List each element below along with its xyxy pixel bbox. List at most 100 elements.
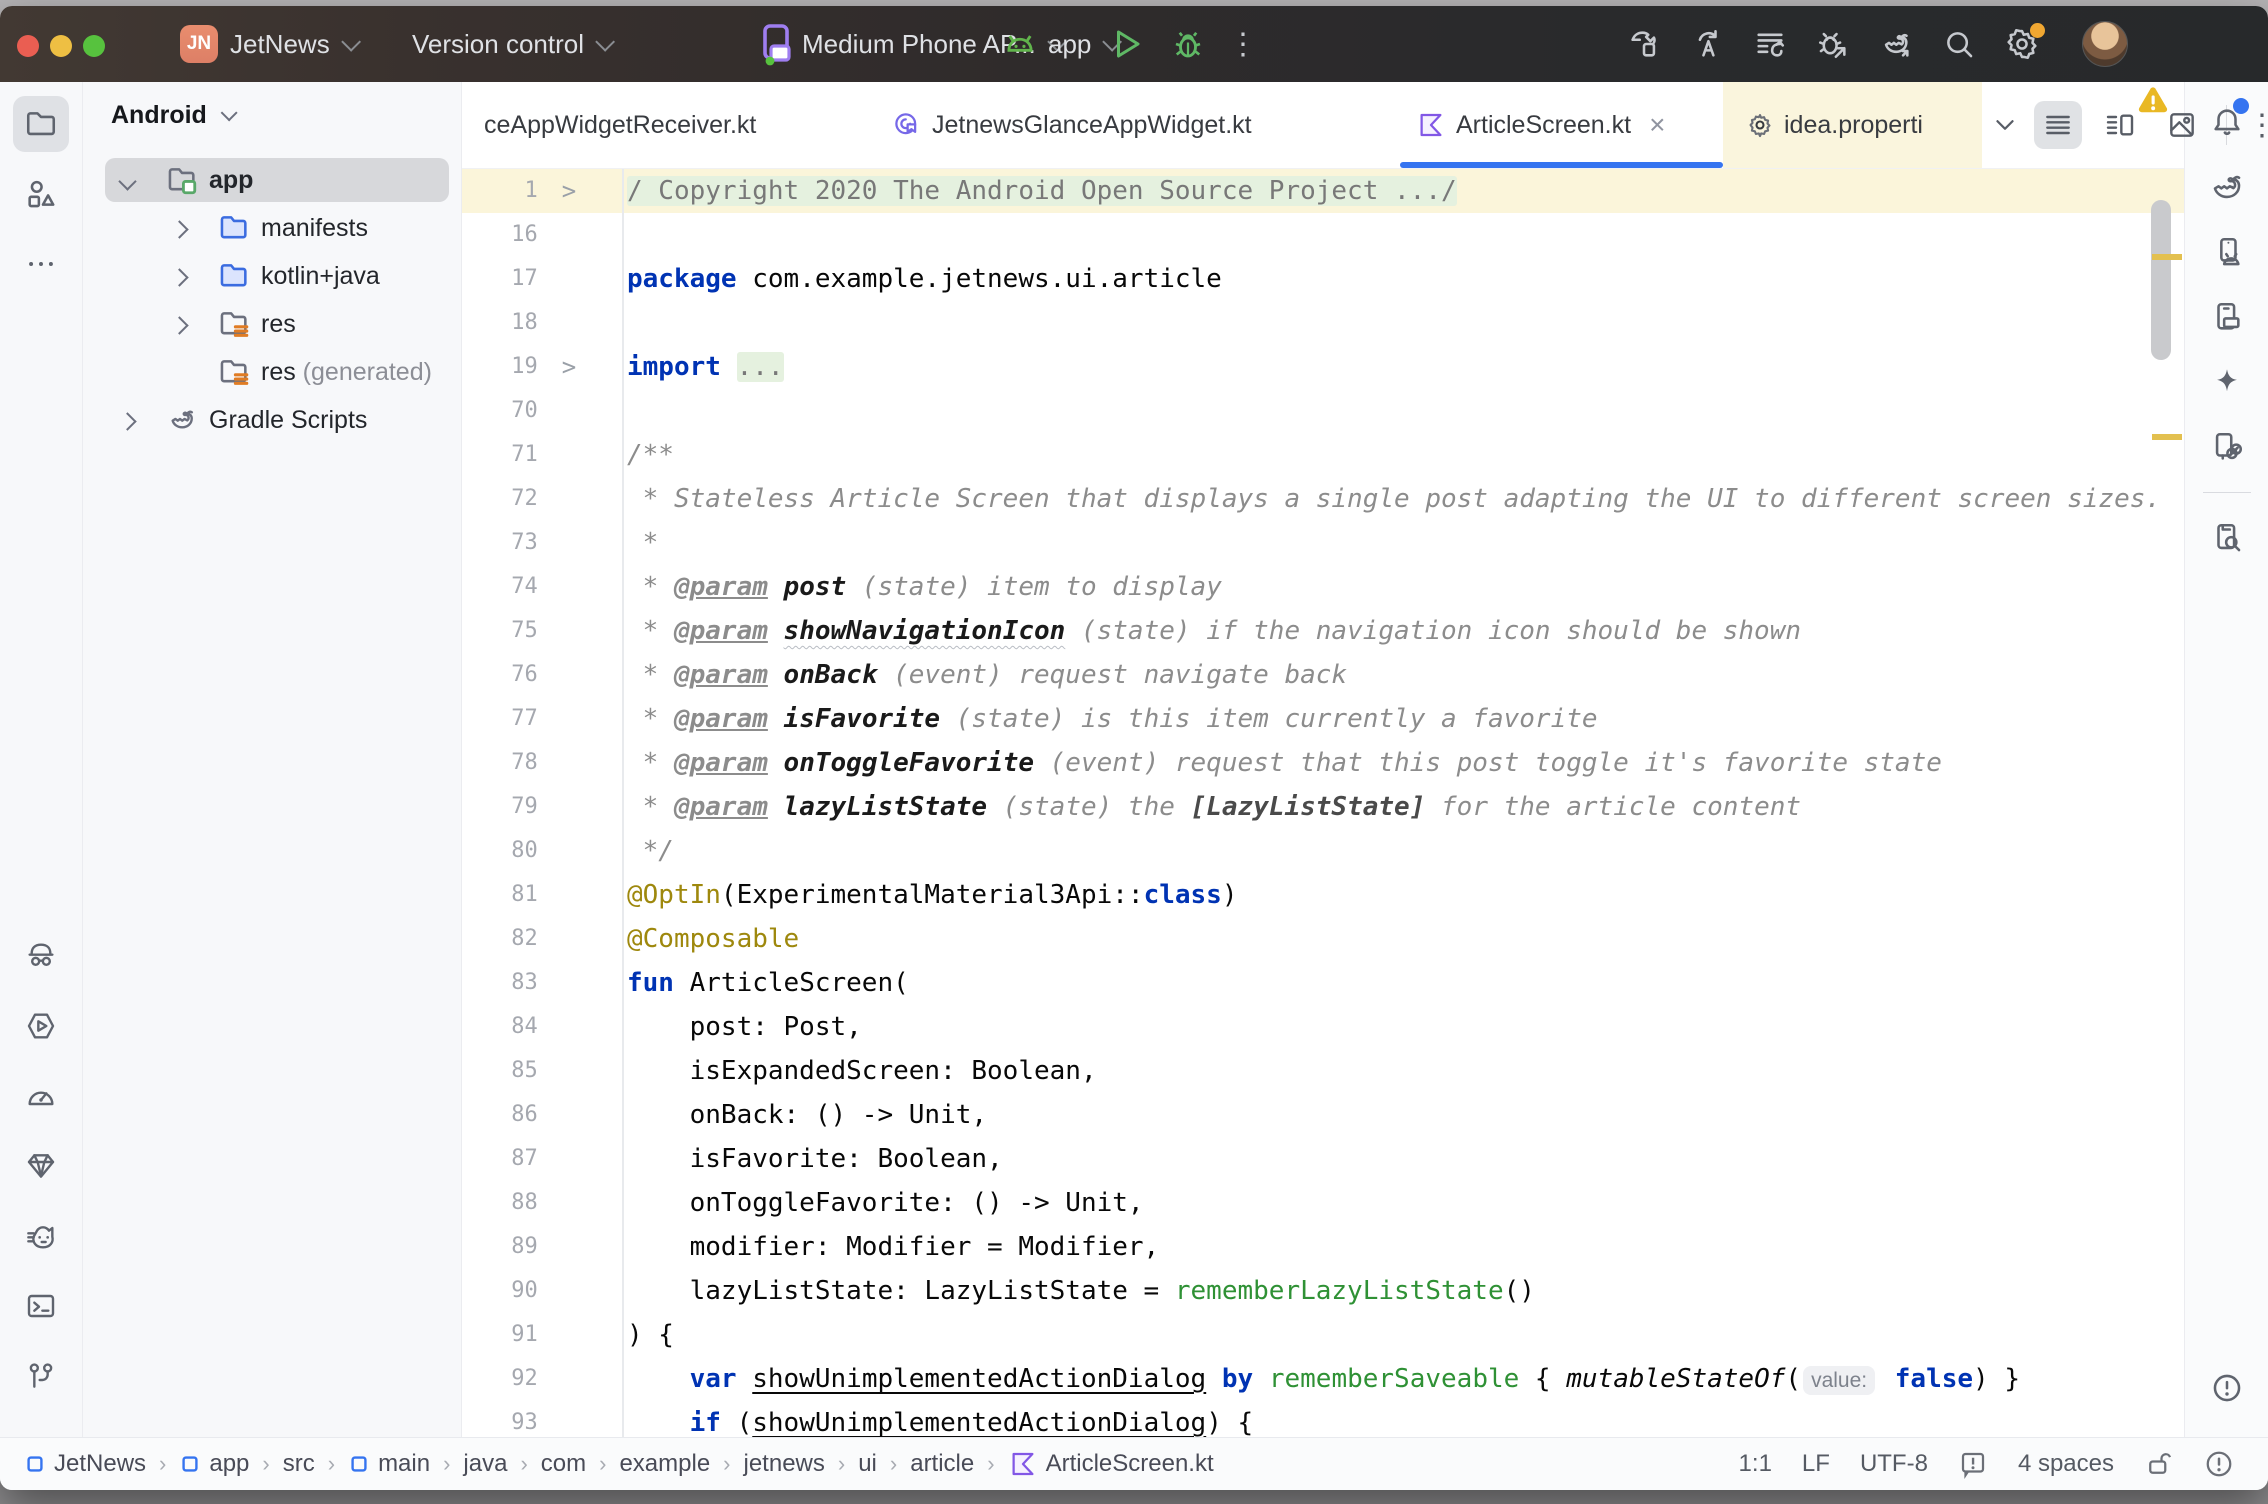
code-line-70[interactable]: 70 bbox=[462, 389, 2184, 433]
running-devices-icon2[interactable] bbox=[2199, 289, 2255, 345]
code-line-72[interactable]: 72 * Stateless Article Screen that displ… bbox=[462, 477, 2184, 521]
breadcrumb-item-com[interactable]: com bbox=[541, 1450, 586, 1478]
expand-chevron-icon[interactable] bbox=[170, 220, 188, 238]
project-widget[interactable]: JN JetNews bbox=[180, 6, 356, 82]
breadcrumb-item-jetnews[interactable]: jetnews bbox=[744, 1450, 825, 1478]
code-line-71[interactable]: 71/** bbox=[462, 433, 2184, 477]
code-line-87[interactable]: 87 isFavorite: Boolean, bbox=[462, 1137, 2184, 1181]
build-hammer-icon[interactable] bbox=[1625, 25, 1663, 63]
breadcrumb-item-ui[interactable]: ui bbox=[858, 1450, 877, 1478]
terminal-icon[interactable] bbox=[13, 1278, 69, 1334]
editor-scrollbar[interactable] bbox=[2151, 200, 2171, 360]
code-line-74[interactable]: 74 * @param post (state) item to display bbox=[462, 565, 2184, 609]
tab-ceappwidgetreceiver-kt[interactable]: ceAppWidgetReceiver.kt bbox=[462, 82, 854, 168]
code-line-1[interactable]: 1>/ Copyright 2020 The Android Open Sour… bbox=[462, 169, 2184, 213]
code-line-81[interactable]: 81@OptIn(ExperimentalMaterial3Api::class… bbox=[462, 873, 2184, 917]
tree-item-res[interactable]: res (generated) bbox=[83, 348, 461, 396]
code-line-18[interactable]: 18 bbox=[462, 301, 2184, 345]
code-line-80[interactable]: 80 */ bbox=[462, 829, 2184, 873]
line-ending[interactable]: LF bbox=[1802, 1450, 1830, 1478]
code-line-91[interactable]: 91) { bbox=[462, 1313, 2184, 1357]
expand-chevron-icon[interactable] bbox=[170, 316, 188, 334]
vcs-widget[interactable]: Version control bbox=[412, 6, 610, 82]
warning-stripe-mark[interactable] bbox=[2152, 254, 2182, 260]
code-line-85[interactable]: 85 isExpandedScreen: Boolean, bbox=[462, 1049, 2184, 1093]
app-inspection-icon[interactable] bbox=[13, 1138, 69, 1194]
app-quality-insights-icon[interactable] bbox=[13, 928, 69, 984]
code-line-90[interactable]: 90 lazyListState: LazyListState = rememb… bbox=[462, 1269, 2184, 1313]
breadcrumb-item-java[interactable]: java bbox=[463, 1450, 507, 1478]
inspection-warning-icon[interactable] bbox=[2136, 86, 2170, 121]
user-avatar[interactable] bbox=[2082, 21, 2128, 67]
expand-chevron-icon[interactable] bbox=[118, 412, 136, 430]
settings-gear-icon[interactable] bbox=[2003, 25, 2041, 63]
breadcrumb-item-articlescreen-kt[interactable]: ArticleScreen.kt bbox=[1008, 1449, 1214, 1479]
logcat-icon[interactable] bbox=[13, 1208, 69, 1264]
breadcrumb-item-main[interactable]: main bbox=[348, 1450, 430, 1478]
device-mirror-icon[interactable] bbox=[2199, 419, 2255, 475]
code-line-76[interactable]: 76 * @param onBack (event) request navig… bbox=[462, 653, 2184, 697]
fold-chevron-icon[interactable]: > bbox=[538, 345, 622, 389]
more-run-options-button[interactable]: ⋮ bbox=[1228, 27, 1258, 62]
gradle-sync-icon[interactable] bbox=[1877, 25, 1915, 63]
expand-chevron-icon[interactable] bbox=[170, 268, 188, 286]
inspections-widget-icon[interactable] bbox=[1958, 1449, 1988, 1479]
editor-view-button[interactable] bbox=[2034, 101, 2082, 149]
close-tab-icon[interactable]: × bbox=[1649, 109, 1665, 141]
run-config-selector[interactable]: app bbox=[1000, 6, 1117, 82]
search-icon[interactable] bbox=[1940, 25, 1978, 63]
debug-button[interactable] bbox=[1166, 22, 1210, 66]
run-button[interactable] bbox=[1104, 22, 1148, 66]
project-view-selector[interactable]: Android bbox=[83, 82, 461, 148]
code-line-17[interactable]: 17package com.example.jetnews.ui.article bbox=[462, 257, 2184, 301]
code-editor[interactable]: 1>/ Copyright 2020 The Android Open Sour… bbox=[462, 169, 2184, 1438]
tree-item-kotlin-java[interactable]: kotlin+java bbox=[83, 252, 461, 300]
code-line-16[interactable]: 16 bbox=[462, 213, 2184, 257]
tab-idea-properti[interactable]: idea.properti bbox=[1723, 82, 1982, 168]
code-line-93[interactable]: 93 if (showUnimplementedActionDialog) { bbox=[462, 1401, 2184, 1438]
code-line-86[interactable]: 86 onBack: () -> Unit, bbox=[462, 1093, 2184, 1137]
error-summary-icon[interactable] bbox=[2204, 1449, 2234, 1479]
breadcrumb-item-jetnews[interactable]: JetNews bbox=[24, 1450, 146, 1478]
unlock-icon[interactable] bbox=[2144, 1449, 2174, 1479]
breadcrumb-item-app[interactable]: app bbox=[179, 1450, 249, 1478]
folder-icon[interactable] bbox=[13, 96, 69, 152]
close-window-button[interactable] bbox=[17, 35, 39, 57]
code-line-92[interactable]: 92 var showUnimplementedActionDialog by … bbox=[462, 1357, 2184, 1401]
warning-stripe-mark[interactable] bbox=[2152, 434, 2182, 440]
resource-manager-icon[interactable] bbox=[13, 166, 69, 222]
tree-item-res[interactable]: res bbox=[83, 300, 461, 348]
gemini-sparkle-icon[interactable] bbox=[2199, 354, 2255, 410]
code-line-78[interactable]: 78 * @param onToggleFavorite (event) req… bbox=[462, 741, 2184, 785]
tab-list-chevron-icon[interactable] bbox=[1990, 110, 2020, 140]
profiler-icon[interactable] bbox=[13, 1068, 69, 1124]
more-dots-icon[interactable] bbox=[13, 236, 69, 292]
reload-lines-icon[interactable] bbox=[1751, 25, 1789, 63]
code-line-89[interactable]: 89 modifier: Modifier = Modifier, bbox=[462, 1225, 2184, 1269]
tree-item-gradle-scripts[interactable]: Gradle Scripts bbox=[83, 396, 461, 444]
tree-item-app[interactable]: app bbox=[83, 156, 461, 204]
code-line-83[interactable]: 83fun ArticleScreen( bbox=[462, 961, 2184, 1005]
code-line-88[interactable]: 88 onToggleFavorite: () -> Unit, bbox=[462, 1181, 2184, 1225]
expand-chevron-icon[interactable] bbox=[118, 172, 136, 190]
tab-jetnewsglanceappwidget-kt[interactable]: JetnewsGlanceAppWidget.kt bbox=[854, 82, 1400, 168]
attach-debugger-icon[interactable] bbox=[1814, 25, 1852, 63]
breadcrumb-item-example[interactable]: example bbox=[619, 1450, 710, 1478]
tree-item-manifests[interactable]: manifests bbox=[83, 204, 461, 252]
indent-setting[interactable]: 4 spaces bbox=[2018, 1450, 2114, 1478]
tab-articlescreen-kt[interactable]: ArticleScreen.kt× bbox=[1400, 82, 1723, 168]
git-branch-icon[interactable] bbox=[13, 1348, 69, 1404]
code-line-84[interactable]: 84 post: Post, bbox=[462, 1005, 2184, 1049]
minimize-window-button[interactable] bbox=[50, 35, 72, 57]
code-line-82[interactable]: 82@Composable bbox=[462, 917, 2184, 961]
code-line-79[interactable]: 79 * @param lazyListState (state) the [L… bbox=[462, 785, 2184, 829]
apply-changes-icon[interactable] bbox=[1688, 25, 1726, 63]
code-line-19[interactable]: 19>import ... bbox=[462, 345, 2184, 389]
problems-icon[interactable] bbox=[2199, 1360, 2255, 1416]
breadcrumb-item-src[interactable]: src bbox=[283, 1450, 315, 1478]
device-explorer-icon[interactable] bbox=[2199, 510, 2255, 566]
fold-chevron-icon[interactable]: > bbox=[538, 169, 622, 213]
code-line-75[interactable]: 75 * @param showNavigationIcon (state) i… bbox=[462, 609, 2184, 653]
zoom-window-button[interactable] bbox=[83, 35, 105, 57]
code-line-73[interactable]: 73 * bbox=[462, 521, 2184, 565]
